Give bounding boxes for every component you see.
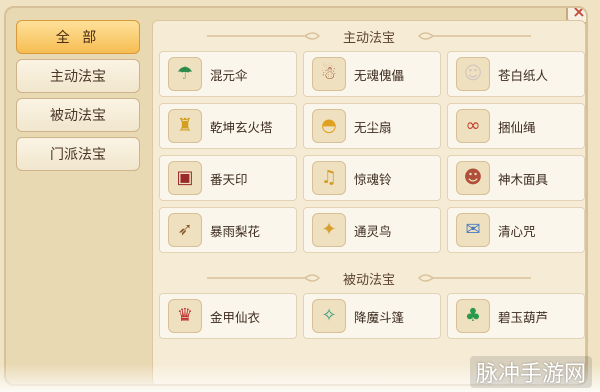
treasure-card[interactable]: ♜ 乾坤玄火塔 <box>159 103 297 149</box>
treasure-card[interactable]: ∞ 捆仙绳 <box>447 103 585 149</box>
treasure-card[interactable]: ◓ 无尘扇 <box>303 103 441 149</box>
treasure-name: 无魂傀儡 <box>354 67 405 83</box>
treasure-list-panel[interactable]: 主动法宝 ☂ 混元伞 ☃ 无魂傀儡 ☺ 苍白纸人 ♜ 乾坤玄火塔 ◓ 无尘扇 ∞ 捆仙绳 ▣ 番天印 ♫ 惊魂… <box>152 20 586 384</box>
sidebar-item-label: 全 部 <box>55 30 101 46</box>
treasure-name: 惊魂铃 <box>354 171 392 187</box>
umbrella-icon: ☂ <box>168 57 202 91</box>
bell-icon: ♫ <box>312 161 346 195</box>
treasure-window: × 全 部 主动法宝 被动法宝 门派法宝 主动法宝 ☂ 混元伞 ☃ 无魂傀儡 ☺ 苍白纸人… <box>4 6 588 386</box>
armor-icon: ♛ <box>168 299 202 333</box>
bird-icon: ✦ <box>312 213 346 247</box>
seal-icon: ▣ <box>168 161 202 195</box>
treasure-card[interactable]: ☃ 无魂傀儡 <box>303 51 441 97</box>
watermark: 脉冲手游网 <box>469 356 592 388</box>
treasure-name: 降魔斗篷 <box>354 309 405 325</box>
treasure-card[interactable]: ♛ 金甲仙衣 <box>159 293 297 339</box>
treasure-name: 碧玉葫芦 <box>498 309 549 325</box>
treasure-name: 通灵鸟 <box>354 223 392 239</box>
right-ornament-icon <box>417 32 531 40</box>
left-ornament-icon <box>206 32 321 40</box>
treasure-name: 金甲仙衣 <box>210 309 261 325</box>
puppet-icon: ☃ <box>312 57 346 91</box>
treasure-card[interactable]: ✧ 降魔斗篷 <box>303 293 441 339</box>
sidebar-item-sect-treasure[interactable]: 门派法宝 <box>16 137 140 171</box>
pagoda-icon: ♜ <box>168 109 202 143</box>
treasure-name: 神木面具 <box>498 171 549 187</box>
treasure-card[interactable]: ☺ 苍白纸人 <box>447 51 585 97</box>
section-header-active: 主动法宝 <box>153 21 585 51</box>
sidebar-item-label: 主动法宝 <box>50 69 106 85</box>
fan-icon: ◓ <box>312 109 346 143</box>
sidebar-item-all[interactable]: 全 部 <box>16 20 140 54</box>
treasure-card[interactable]: ☂ 混元伞 <box>159 51 297 97</box>
treasure-card[interactable]: ➶ 暴雨梨花 <box>159 207 297 253</box>
gourd-icon: ♣ <box>456 299 490 333</box>
scroll-icon: ✉ <box>456 213 490 247</box>
treasure-name: 乾坤玄火塔 <box>210 119 273 135</box>
treasure-name: 混元伞 <box>210 67 248 83</box>
treasure-card[interactable]: ♣ 碧玉葫芦 <box>447 293 585 339</box>
treasure-card[interactable]: ▣ 番天印 <box>159 155 297 201</box>
cloak-icon: ✧ <box>312 299 346 333</box>
right-ornament-icon <box>417 274 531 282</box>
treasure-name: 清心咒 <box>498 223 536 239</box>
section-header-passive: 被动法宝 <box>153 263 585 293</box>
treasure-name: 捆仙绳 <box>498 119 536 135</box>
paper-doll-icon: ☺ <box>456 57 490 91</box>
sidebar-item-active-treasure[interactable]: 主动法宝 <box>16 59 140 93</box>
sidebar-item-passive-treasure[interactable]: 被动法宝 <box>16 98 140 132</box>
treasure-name: 苍白纸人 <box>498 67 549 83</box>
crossbow-icon: ➶ <box>168 213 202 247</box>
treasure-card[interactable]: ✦ 通灵鸟 <box>303 207 441 253</box>
treasure-name: 番天印 <box>210 171 248 187</box>
treasure-card[interactable]: ☻ 神木面具 <box>447 155 585 201</box>
treasure-card[interactable]: ✉ 清心咒 <box>447 207 585 253</box>
section-title: 被动法宝 <box>342 272 395 288</box>
treasure-name: 无尘扇 <box>354 119 392 135</box>
category-sidebar: 全 部 主动法宝 被动法宝 门派法宝 <box>16 20 142 176</box>
mask-icon: ☻ <box>456 161 490 195</box>
section-title: 主动法宝 <box>342 30 395 46</box>
active-treasure-grid: ☂ 混元伞 ☃ 无魂傀儡 ☺ 苍白纸人 ♜ 乾坤玄火塔 ◓ 无尘扇 ∞ 捆仙绳 ▣ 番天印 ♫ 惊魂铃 ☻ 神木面… <box>153 51 585 253</box>
treasure-name: 暴雨梨花 <box>210 223 261 239</box>
rope-icon: ∞ <box>456 109 490 143</box>
left-ornament-icon <box>206 274 321 282</box>
sidebar-item-label: 门派法宝 <box>50 147 106 163</box>
sidebar-item-label: 被动法宝 <box>50 108 106 124</box>
passive-treasure-grid: ♛ 金甲仙衣 ✧ 降魔斗篷 ♣ 碧玉葫芦 <box>153 293 585 339</box>
close-icon: × <box>572 6 586 21</box>
treasure-card[interactable]: ♫ 惊魂铃 <box>303 155 441 201</box>
